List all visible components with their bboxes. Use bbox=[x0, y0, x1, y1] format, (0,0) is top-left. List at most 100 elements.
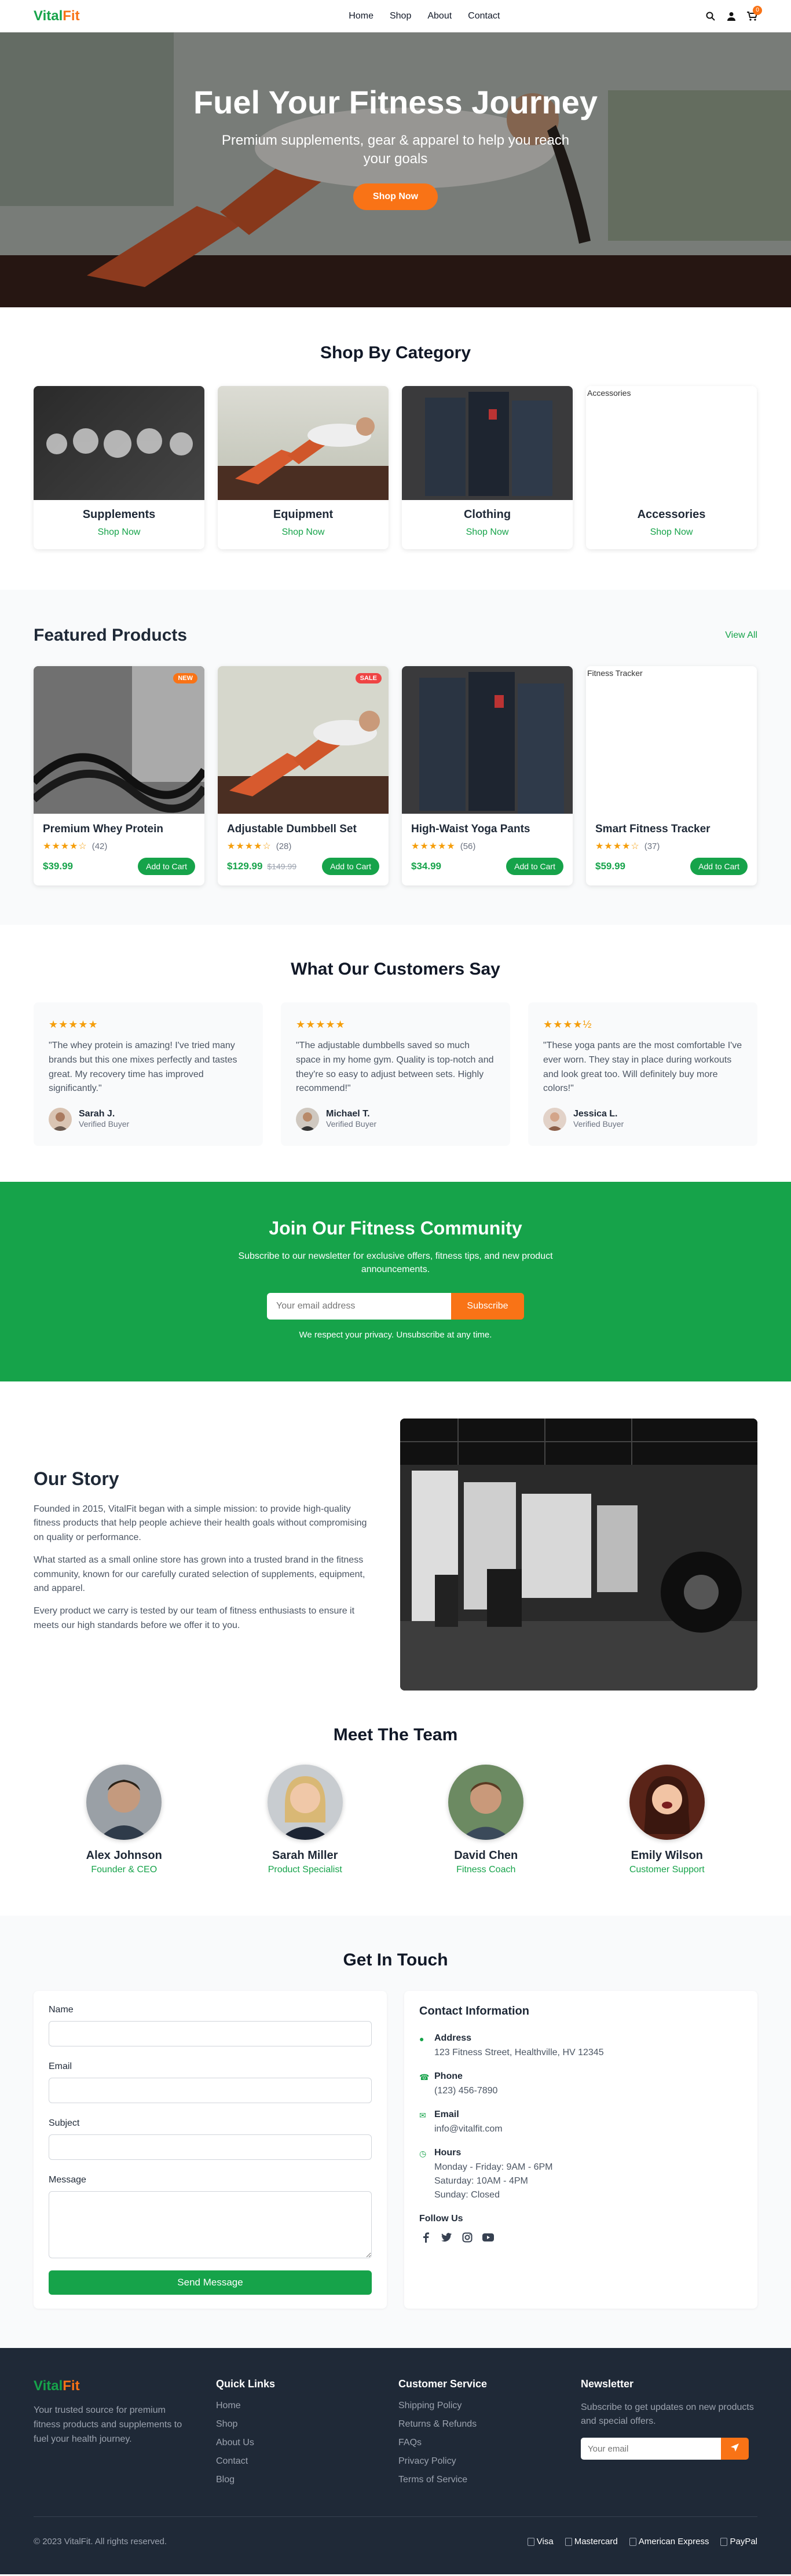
team-title: Meet The Team bbox=[333, 1725, 458, 1745]
footer-link-returns[interactable]: Returns & Refunds bbox=[398, 2419, 575, 2430]
privacy-note: We respect your privacy. Unsubscribe at … bbox=[299, 1329, 492, 1340]
product-image: SALE bbox=[218, 666, 389, 814]
category-section-title: Shop By Category bbox=[320, 343, 471, 362]
map-pin-icon: ● bbox=[419, 2034, 424, 2044]
footer-link-about[interactable]: About Us bbox=[216, 2438, 393, 2448]
member-name: Sarah Miller bbox=[272, 1849, 338, 1862]
testimonials-section: What Our Customers Say ★★★★★ "The whey p… bbox=[0, 925, 791, 1182]
star-rating: ★★★★★ bbox=[411, 841, 456, 851]
footer-email-input[interactable] bbox=[581, 2438, 721, 2460]
category-card-equipment[interactable]: Equipment Shop Now bbox=[218, 386, 389, 549]
member-name: David Chen bbox=[454, 1849, 518, 1862]
email-field[interactable] bbox=[49, 2078, 372, 2104]
add-to-cart-button[interactable]: Add to Cart bbox=[322, 858, 379, 875]
message-field[interactable] bbox=[49, 2191, 372, 2259]
phone-icon: ☎ bbox=[419, 2072, 430, 2082]
shop-now-link[interactable]: Shop Now bbox=[650, 527, 693, 537]
footer-link-shop[interactable]: Shop bbox=[216, 2419, 393, 2430]
shop-now-link[interactable]: Shop Now bbox=[282, 527, 325, 537]
avatar bbox=[629, 1765, 705, 1840]
twitter-icon[interactable] bbox=[440, 2231, 453, 2244]
main-nav: Home Shop About Contact bbox=[349, 11, 500, 21]
footer-link-faqs[interactable]: FAQs bbox=[398, 2438, 575, 2448]
contact-section: Get In Touch Name Email Subject Message … bbox=[0, 1916, 791, 2349]
category-card-supplements[interactable]: Supplements Shop Now bbox=[34, 386, 204, 549]
footer-link-contact[interactable]: Contact bbox=[216, 2456, 393, 2467]
newsletter-title: Join Our Fitness Community bbox=[269, 1218, 522, 1239]
add-to-cart-button[interactable]: Add to Cart bbox=[690, 858, 748, 875]
subject-field[interactable] bbox=[49, 2134, 372, 2160]
testimonials-title: What Our Customers Say bbox=[291, 960, 500, 979]
name-field[interactable] bbox=[49, 2021, 372, 2047]
story-paragraph: Founded in 2015, VitalFit began with a s… bbox=[34, 1504, 367, 1543]
star-rating: ★★★★★ bbox=[296, 1019, 346, 1030]
product-name: Smart Fitness Tracker bbox=[595, 823, 711, 835]
testimonial-card: ★★★★★ "The whey protein is amazing! I've… bbox=[34, 1002, 263, 1146]
footer-link-shipping[interactable]: Shipping Policy bbox=[398, 2401, 575, 2411]
review-count: (42) bbox=[91, 841, 108, 851]
category-card-clothing[interactable]: Clothing Shop Now bbox=[402, 386, 573, 549]
hero-shop-now-button[interactable]: Shop Now bbox=[353, 183, 438, 211]
hours-line: Saturday: 10AM - 4PM bbox=[434, 2176, 528, 2187]
sale-tag: SALE bbox=[355, 673, 382, 683]
brand-logo[interactable]: VitalFit bbox=[34, 8, 80, 24]
category-card-accessories[interactable]: Accessories Accessories Shop Now bbox=[586, 386, 757, 549]
footer-link-privacy[interactable]: Privacy Policy bbox=[398, 2456, 575, 2467]
shop-now-link[interactable]: Shop Now bbox=[98, 527, 141, 537]
nav-contact[interactable]: Contact bbox=[468, 11, 500, 21]
footer-link-terms[interactable]: Terms of Service bbox=[398, 2475, 575, 2485]
supplements-image bbox=[34, 386, 204, 500]
avatar bbox=[49, 1108, 72, 1131]
send-arrow-button[interactable] bbox=[721, 2438, 749, 2460]
product-image: NEW bbox=[34, 666, 204, 814]
review-count: (37) bbox=[644, 841, 660, 851]
star-rating: ★★★★½ bbox=[543, 1019, 592, 1030]
add-to-cart-button[interactable]: Add to Cart bbox=[506, 858, 563, 875]
product-card[interactable]: NEW Premium Whey Protein ★★★★☆ (42) $39.9… bbox=[34, 666, 204, 885]
reviewer-role: Verified Buyer bbox=[79, 1119, 130, 1129]
footer-logo[interactable]: VitalFit bbox=[34, 2378, 210, 2394]
reviewer-name: Michael T. bbox=[326, 1109, 370, 1119]
newsletter-email-input[interactable] bbox=[267, 1292, 451, 1320]
youtube-icon[interactable] bbox=[482, 2231, 495, 2244]
avatar bbox=[267, 1765, 343, 1840]
facebook-icon[interactable] bbox=[419, 2231, 432, 2244]
subscribe-button[interactable]: Subscribe bbox=[451, 1292, 524, 1320]
testimonial-card: ★★★★½ "These yoga pants are the most com… bbox=[528, 1002, 757, 1146]
team-section: Meet The Team Alex Johnson Founder & CEO… bbox=[0, 1691, 791, 1916]
product-card[interactable]: Fitness Tracker Smart Fitness Tracker ★★… bbox=[586, 666, 757, 885]
star-rating: ★★★★☆ bbox=[43, 841, 87, 851]
original-price: $149.99 bbox=[267, 862, 297, 871]
social-links bbox=[419, 2231, 742, 2244]
product-name: Adjustable Dumbbell Set bbox=[227, 823, 357, 835]
team-member: David Chen Fitness Coach bbox=[395, 1765, 577, 1875]
footer-link-home[interactable]: Home bbox=[216, 2401, 393, 2411]
product-name: Premium Whey Protein bbox=[43, 823, 163, 835]
shop-now-link[interactable]: Shop Now bbox=[466, 527, 509, 537]
nav-about[interactable]: About bbox=[427, 11, 452, 21]
member-role: Founder & CEO bbox=[91, 1865, 158, 1875]
star-rating: ★★★★☆ bbox=[227, 841, 272, 851]
category-section: Shop By Category Supplements Shop Now Equ… bbox=[0, 307, 791, 590]
amex-logo: American Express bbox=[629, 2537, 709, 2546]
product-price: $39.99 bbox=[43, 861, 73, 872]
review-count: (28) bbox=[276, 841, 292, 851]
mastercard-logo: Mastercard bbox=[565, 2537, 618, 2546]
instagram-icon[interactable] bbox=[461, 2231, 474, 2244]
nav-home[interactable]: Home bbox=[349, 11, 373, 21]
nav-shop[interactable]: Shop bbox=[390, 11, 411, 21]
footer-link-blog[interactable]: Blog bbox=[216, 2475, 393, 2485]
user-icon[interactable] bbox=[726, 11, 737, 21]
search-icon[interactable] bbox=[705, 11, 716, 21]
testimonial-quote: "The adjustable dumbbells saved so much … bbox=[296, 1041, 494, 1094]
header-icons: 0 bbox=[705, 5, 762, 21]
product-image bbox=[402, 666, 573, 814]
product-card[interactable]: SALE Adjustable Dumbbell Set ★★★★☆ (28) $… bbox=[218, 666, 389, 885]
paper-plane-icon bbox=[731, 2443, 739, 2452]
send-message-button[interactable]: Send Message bbox=[49, 2270, 372, 2295]
product-card[interactable]: High-Waist Yoga Pants ★★★★★ (56) $34.99 Ad… bbox=[402, 666, 573, 885]
view-all-link[interactable]: View All bbox=[725, 630, 757, 641]
cart-icon[interactable]: 0 bbox=[747, 5, 762, 21]
our-story-section: Our Story Founded in 2015, VitalFit bega… bbox=[0, 1381, 791, 1691]
add-to-cart-button[interactable]: Add to Cart bbox=[138, 858, 195, 875]
